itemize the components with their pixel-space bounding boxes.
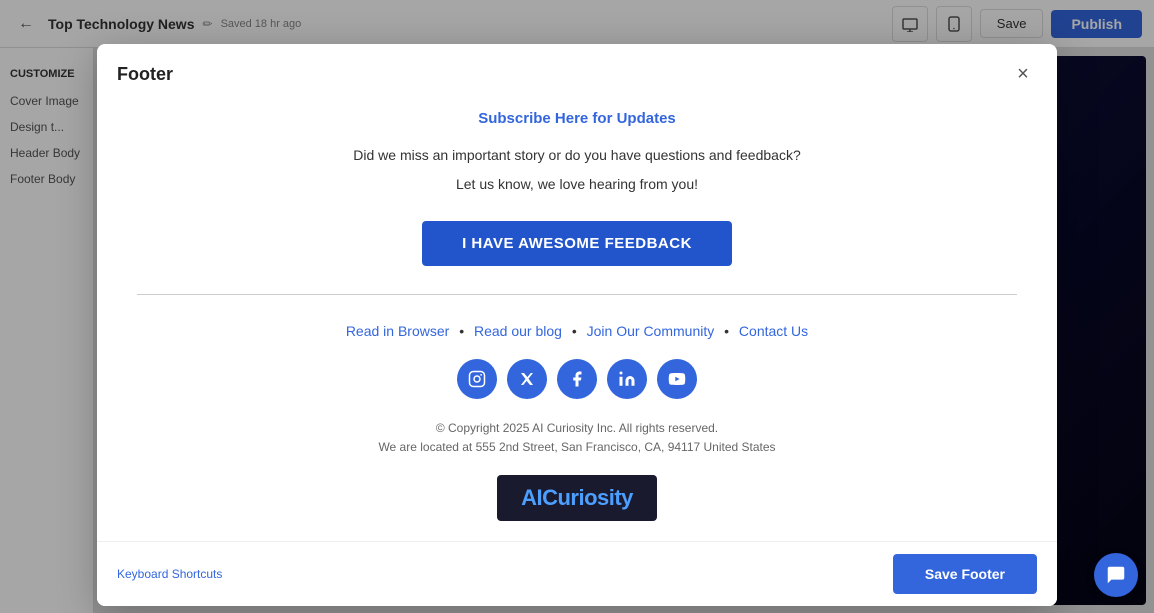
youtube-icon [668, 370, 686, 388]
save-footer-button[interactable]: Save Footer [893, 554, 1037, 594]
youtube-icon-button[interactable] [657, 359, 697, 399]
copyright-text: © Copyright 2025 AI Curiosity Inc. All r… [137, 419, 1017, 457]
link-separator-1: • [459, 323, 468, 339]
footer-links: Read in Browser • Read our blog • Join O… [137, 323, 1017, 339]
feedback-button[interactable]: I HAVE AWESOME FEEDBACK [422, 221, 732, 266]
copyright-line-1: © Copyright 2025 AI Curiosity Inc. All r… [137, 419, 1017, 438]
social-icons-row [137, 359, 1017, 399]
link-separator-3: • [724, 323, 733, 339]
chat-bubble-button[interactable] [1094, 553, 1138, 597]
brand-name-prefix: AI [521, 485, 542, 510]
linkedin-icon [618, 370, 636, 388]
modal-header: Footer × [97, 44, 1057, 100]
twitter-icon-button[interactable] [507, 359, 547, 399]
link-separator-2: • [572, 323, 581, 339]
modal-close-button[interactable]: × [1009, 60, 1037, 88]
join-community-link[interactable]: Join Our Community [587, 323, 715, 339]
modal-footer: Keyboard Shortcuts Save Footer [97, 541, 1057, 606]
modal-title: Footer [117, 64, 173, 85]
facebook-icon [568, 370, 586, 388]
divider [137, 294, 1017, 295]
instagram-icon-button[interactable] [457, 359, 497, 399]
facebook-icon-button[interactable] [557, 359, 597, 399]
twitter-icon [518, 370, 536, 388]
read-blog-link[interactable]: Read our blog [474, 323, 562, 339]
keyboard-shortcuts-link[interactable]: Keyboard Shortcuts [117, 567, 222, 581]
footer-description-2: Let us know, we love hearing from you! [137, 174, 1017, 195]
copyright-line-2: We are located at 555 2nd Street, San Fr… [137, 438, 1017, 457]
footer-description-1: Did we miss an important story or do you… [137, 145, 1017, 166]
instagram-icon [468, 370, 486, 388]
footer-preview: Subscribe Here for Updates Did we miss a… [137, 110, 1017, 521]
modal-body: Subscribe Here for Updates Did we miss a… [97, 100, 1057, 541]
brand-name-suffix: Curiosity [542, 485, 633, 510]
contact-us-link[interactable]: Contact Us [739, 323, 808, 339]
read-browser-link[interactable]: Read in Browser [346, 323, 450, 339]
linkedin-icon-button[interactable] [607, 359, 647, 399]
footer-modal: Footer × Subscribe Here for Updates Did … [97, 44, 1057, 606]
chat-icon [1105, 564, 1127, 586]
subscribe-title: Subscribe Here for Updates [137, 110, 1017, 127]
brand-logo: AICuriosity [497, 475, 657, 521]
